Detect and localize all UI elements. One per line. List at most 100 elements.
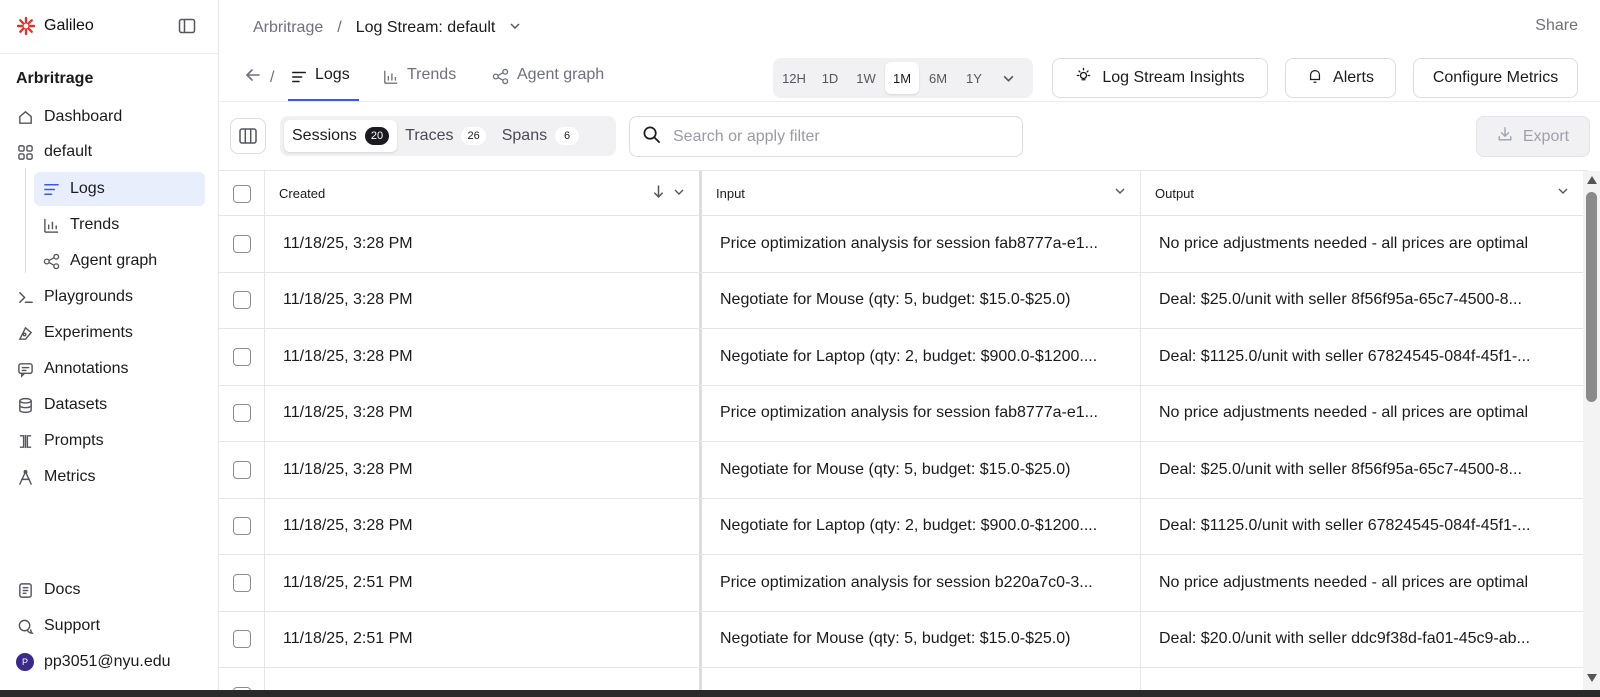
row-checkbox[interactable] [232, 573, 251, 592]
sidebar-toggle-icon[interactable] [176, 15, 198, 37]
terminal-icon [16, 288, 34, 306]
sidebar-item-experiments[interactable]: Experiments [16, 316, 206, 350]
sidebar-item-annotations[interactable]: Annotations [16, 352, 206, 386]
column-header-output[interactable]: Output [1141, 171, 1583, 216]
range-6m[interactable]: 6M [921, 62, 955, 94]
row-select-cell [219, 385, 265, 441]
bell-icon [1307, 68, 1323, 89]
range-1y[interactable]: 1Y [957, 62, 991, 94]
row-checkbox[interactable] [232, 234, 251, 253]
row-checkbox[interactable] [232, 460, 251, 479]
row-checkbox[interactable] [232, 630, 251, 649]
breadcrumb-log-stream[interactable]: Log Stream: default [356, 19, 496, 37]
columns-icon[interactable] [230, 118, 266, 154]
scroll-down-arrow-icon[interactable] [1587, 674, 1597, 682]
table-row-partial[interactable] [219, 668, 1583, 690]
sessions-table: Created Input Output 11/18/25, 3:28 PM P… [219, 171, 1583, 690]
table-row[interactable]: 11/18/25, 2:51 PM Price optimization ana… [219, 555, 1583, 612]
chevron-down-icon[interactable] [509, 19, 521, 37]
user-profile[interactable]: P pp3051@nyu.edu [16, 645, 206, 679]
range-1w[interactable]: 1W [849, 62, 883, 94]
table-row[interactable]: 11/18/25, 3:28 PM Negotiate for Laptop (… [219, 498, 1583, 555]
row-checkbox[interactable] [232, 404, 251, 423]
back-separator: / [270, 68, 275, 86]
sort-descending-icon[interactable] [652, 185, 665, 201]
sidebar-item-docs[interactable]: Docs [16, 573, 206, 607]
table-row[interactable]: 11/18/25, 2:51 PM Negotiate for Mouse (q… [219, 611, 1583, 668]
cell-output: No price adjustments needed - all prices… [1159, 404, 1529, 422]
table-row[interactable]: 11/18/25, 3:28 PM Negotiate for Mouse (q… [219, 272, 1583, 329]
configure-metrics-button[interactable]: Configure Metrics [1413, 58, 1578, 98]
chevron-down-icon[interactable] [993, 72, 1023, 85]
row-select-cell [219, 668, 265, 690]
chat-icon [16, 617, 34, 635]
sidebar-item-metrics[interactable]: Metrics [16, 460, 206, 494]
sidebar-item-agent-graph[interactable]: Agent graph [42, 244, 204, 278]
row-checkbox[interactable] [232, 291, 251, 310]
chevron-down-icon[interactable] [673, 186, 685, 201]
row-checkbox[interactable] [232, 347, 251, 366]
alerts-button[interactable]: Alerts [1285, 58, 1396, 98]
sidebar-item-label: Experiments [44, 324, 133, 341]
log-stream-insights-button[interactable]: Log Stream Insights [1052, 58, 1268, 98]
cell-input: Negotiate for Mouse (qty: 5, budget: $15… [702, 442, 1141, 498]
segment-sessions[interactable]: Sessions 20 [284, 120, 398, 152]
tab-label: Agent graph [517, 66, 605, 83]
sidebar-item-prompts[interactable]: Prompts [16, 424, 206, 458]
search-input[interactable] [673, 127, 993, 146]
scroll-up-arrow-icon[interactable] [1587, 176, 1597, 184]
back-navigation: / [244, 66, 274, 89]
table-row[interactable]: 11/18/25, 3:28 PM Negotiate for Mouse (q… [219, 442, 1583, 499]
sidebar-item-label: Logs [70, 180, 105, 197]
list-icon [291, 66, 307, 90]
chevron-down-icon[interactable] [1114, 185, 1126, 200]
cell-input: Negotiate for Laptop (qty: 2, budget: $9… [702, 329, 1141, 385]
arrow-left-icon[interactable] [244, 66, 262, 89]
table-row[interactable]: 11/18/25, 3:28 PM Price optimization ana… [219, 385, 1583, 442]
tab-agent-graph[interactable]: Agent graph [492, 62, 604, 102]
cell-created [265, 668, 702, 690]
range-1d[interactable]: 1D [813, 62, 847, 94]
cell-created: 11/18/25, 3:28 PM [265, 272, 702, 328]
table-scrollbar[interactable] [1583, 171, 1600, 690]
segment-traces[interactable]: Traces 26 [397, 120, 494, 152]
sidebar-item-playgrounds[interactable]: Playgrounds [16, 280, 206, 314]
column-header-created[interactable]: Created [265, 171, 702, 216]
breadcrumb-separator: / [337, 19, 342, 36]
export-label: Export [1522, 127, 1570, 145]
sidebar-item-default[interactable]: default [16, 135, 206, 169]
segment-spans[interactable]: Spans 6 [494, 120, 587, 152]
cell-input: Negotiate for Mouse (qty: 5, budget: $15… [702, 611, 1141, 667]
chevron-down-icon[interactable] [1557, 185, 1569, 200]
alerts-label: Alerts [1333, 69, 1374, 86]
flask-icon [16, 324, 34, 342]
tab-label: Trends [407, 66, 457, 83]
metrics-icon [16, 468, 34, 486]
sidebar-item-trends[interactable]: Trends [42, 208, 204, 242]
select-all-checkbox[interactable] [232, 184, 251, 203]
row-checkbox[interactable] [232, 517, 251, 536]
sidebar-item-datasets[interactable]: Datasets [16, 388, 206, 422]
column-header-input[interactable]: Input [702, 171, 1141, 216]
sidebar-item-logs[interactable]: Logs [34, 172, 205, 206]
range-1m[interactable]: 1M [885, 62, 919, 94]
range-12h[interactable]: 12H [777, 62, 811, 94]
table-row[interactable]: 11/18/25, 3:28 PM Price optimization ana… [219, 216, 1583, 273]
breadcrumb-project[interactable]: Arbritrage [253, 19, 323, 37]
cell-created: 11/18/25, 3:28 PM [265, 498, 702, 554]
share-button[interactable]: Share [1535, 17, 1578, 35]
prompt-icon [16, 432, 34, 450]
table-row[interactable]: 11/18/25, 3:28 PM Negotiate for Laptop (… [219, 329, 1583, 386]
export-button[interactable]: Export [1476, 116, 1590, 157]
column-tools [652, 185, 685, 201]
sidebar-item-dashboard[interactable]: Dashboard [16, 100, 206, 134]
brand[interactable]: Galileo [16, 14, 94, 38]
sidebar-item-support[interactable]: Support [16, 609, 206, 643]
header-divider [219, 101, 1600, 102]
search-icon [642, 125, 661, 148]
tab-logs[interactable]: Logs [291, 62, 350, 102]
scrollbar-thumb[interactable] [1586, 192, 1597, 402]
segment-label: Sessions [292, 127, 357, 144]
avatar: P [16, 653, 34, 671]
tab-trends[interactable]: Trends [383, 62, 456, 102]
